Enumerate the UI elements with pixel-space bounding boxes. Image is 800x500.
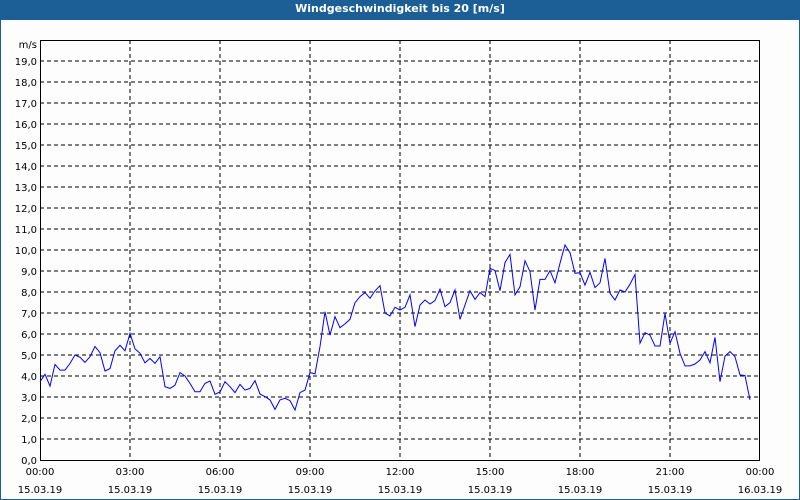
x-tick-date: 15.03.19 (558, 485, 603, 496)
wind-speed-line (39, 243, 751, 412)
y-tick-label: 6,0 (21, 330, 37, 341)
y-tick-label: 11,0 (15, 225, 37, 236)
y-tick-label: 0,0 (21, 456, 37, 467)
y-tick-label: 5,0 (21, 351, 37, 362)
wind-speed-chart: 0,0 1,0 2,0 3,0 4,0 5,0 6,0 7,0 8,0 9,0 10,0 11,0 12… (15, 40, 783, 496)
y-tick-label: 15,0 (15, 141, 37, 152)
y-tick-label: 9,0 (21, 267, 37, 278)
x-tick-date: 15.03.19 (288, 485, 333, 496)
y-tick-label: 8,0 (21, 288, 37, 299)
y-tick-label: 16,0 (15, 120, 37, 131)
y-tick-label: 17,0 (15, 99, 37, 110)
y-tick-label: 7,0 (21, 309, 37, 320)
y-tick-label: 12,0 (15, 204, 37, 215)
x-tick-date: 15.03.19 (18, 485, 63, 496)
y-axis-unit: m/s (19, 40, 37, 51)
y-tick-label: 18,0 (15, 78, 37, 89)
x-tick-date: 15.03.19 (378, 485, 423, 496)
x-tick-time: 21:00 (656, 467, 685, 478)
x-tick-time: 12:00 (386, 467, 415, 478)
x-tick-time: 00:00 (746, 467, 775, 478)
y-tick-label: 10,0 (15, 246, 37, 257)
x-tick-date: 16.03.19 (738, 485, 783, 496)
y-tick-label: 1,0 (21, 435, 37, 446)
y-tick-label: 14,0 (15, 162, 37, 173)
x-tick-date: 15.03.19 (468, 485, 513, 496)
x-tick-time: 15:00 (476, 467, 505, 478)
y-tick-label: 19,0 (15, 57, 37, 68)
x-tick-time: 06:00 (206, 467, 235, 478)
x-tick-time: 09:00 (296, 467, 325, 478)
y-tick-label: 3,0 (21, 393, 37, 404)
y-tick-label: 13,0 (15, 183, 37, 194)
x-tick-date: 15.03.19 (108, 485, 153, 496)
x-tick-date: 15.03.19 (648, 485, 693, 496)
y-tick-label: 2,0 (21, 414, 37, 425)
x-tick-time: 18:00 (566, 467, 595, 478)
x-tick-time: 03:00 (116, 467, 145, 478)
x-tick-date: 15.03.19 (198, 485, 243, 496)
x-tick-time: 00:00 (26, 467, 55, 478)
y-tick-label: 4,0 (21, 372, 37, 383)
